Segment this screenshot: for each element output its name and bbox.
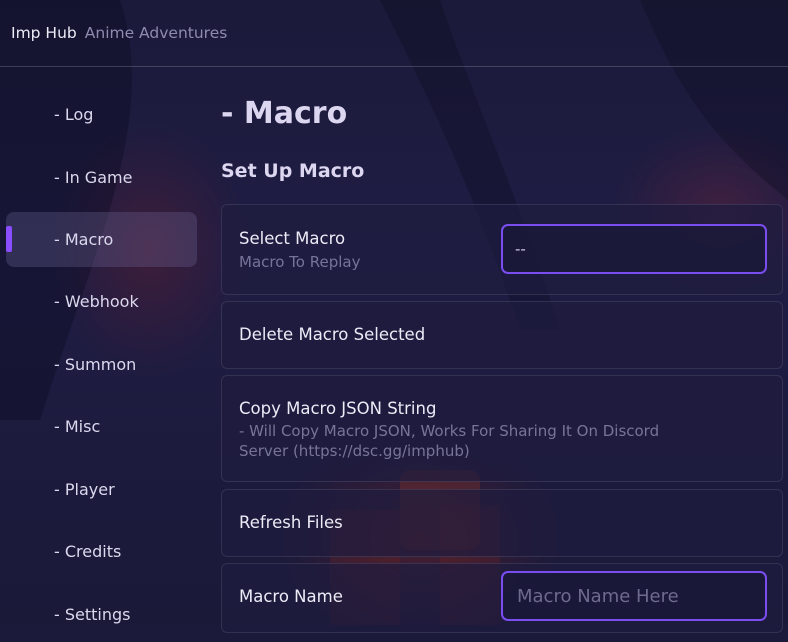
sidebar-item-label: - Credits (54, 542, 122, 561)
sidebar-item-misc[interactable]: - Misc (6, 399, 197, 454)
copy-macro-description-line2: Server (https://dsc.gg/imphub) (239, 442, 470, 460)
game-name: Anime Adventures (84, 24, 228, 42)
copy-macro-json-button[interactable]: Copy Macro JSON String - Will Copy Macro… (221, 375, 783, 482)
sidebar-item-in-game[interactable]: - In Game (6, 150, 197, 205)
sidebar-item-summon[interactable]: - Summon (6, 337, 197, 392)
macro-name-field[interactable] (501, 571, 767, 621)
select-macro-value: -- (515, 240, 526, 258)
macro-name-input[interactable] (515, 584, 765, 608)
select-macro-dropdown[interactable]: -- (501, 224, 767, 274)
select-macro-card: Select Macro Macro To Replay -- (221, 204, 783, 295)
sidebar-item-webhook[interactable]: - Webhook (6, 274, 197, 329)
sidebar-item-player[interactable]: - Player (6, 462, 197, 517)
copy-macro-label: Copy Macro JSON String (239, 399, 437, 418)
active-indicator (6, 226, 12, 252)
hub-title: Imp Hub (11, 24, 77, 42)
sidebar-item-label: - Macro (54, 230, 114, 249)
sidebar-item-label: - Webhook (54, 292, 139, 311)
sidebar-item-label: - Settings (54, 605, 131, 624)
copy-macro-description-line1: - Will Copy Macro JSON, Works For Sharin… (239, 422, 660, 440)
delete-macro-label: Delete Macro Selected (239, 325, 426, 344)
sidebar-item-label: - In Game (54, 168, 133, 187)
sidebar-item-label: - Log (54, 105, 94, 124)
sidebar-item-macro[interactable]: - Macro (6, 212, 197, 267)
section-title: Set Up Macro (221, 160, 365, 182)
select-macro-description: Macro To Replay (239, 253, 361, 271)
delete-macro-button[interactable]: Delete Macro Selected (221, 301, 783, 369)
macro-name-card: Macro Name (221, 563, 783, 633)
window-header: Imp Hub Anime Adventures (0, 0, 788, 67)
sidebar-item-label: - Misc (54, 417, 101, 436)
select-macro-label: Select Macro (239, 229, 346, 248)
macro-name-label: Macro Name (239, 587, 343, 606)
sidebar-item-settings[interactable]: - Settings (6, 587, 197, 642)
refresh-files-label: Refresh Files (239, 513, 343, 532)
refresh-files-button[interactable]: Refresh Files (221, 489, 783, 557)
sidebar-item-label: - Player (54, 480, 115, 499)
page-title: - Macro (221, 96, 348, 131)
sidebar-item-log[interactable]: - Log (6, 87, 197, 142)
sidebar-item-label: - Summon (54, 355, 137, 374)
sidebar-item-credits[interactable]: - Credits (6, 524, 197, 579)
